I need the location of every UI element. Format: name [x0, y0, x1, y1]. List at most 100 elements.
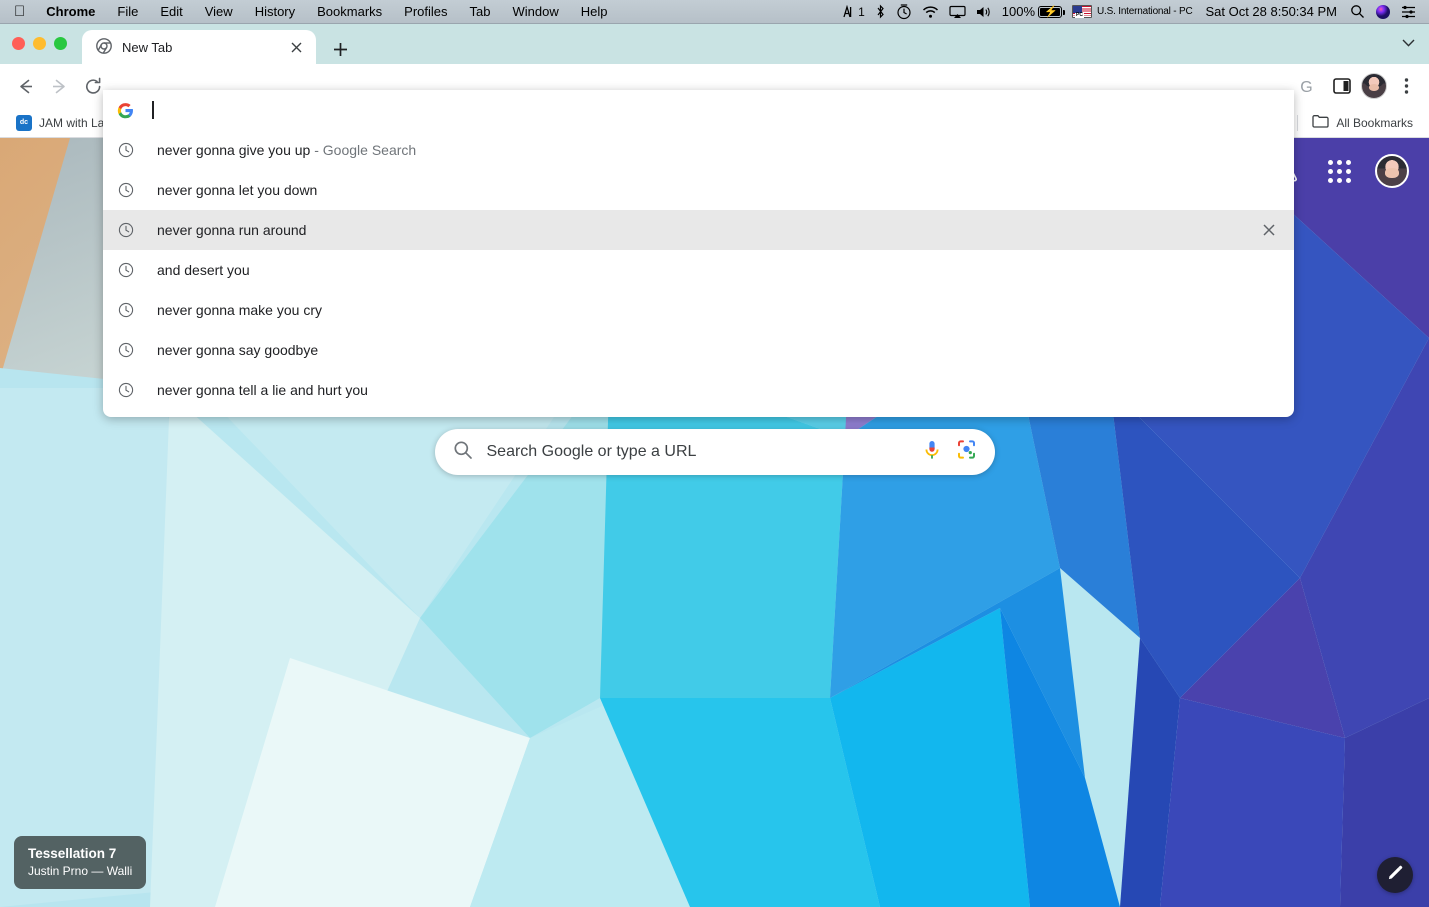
menu-bar-status-items: 1 100% ⚡ U.S. International - PC Sat: [837, 0, 1429, 24]
profile-avatar[interactable]: [1361, 73, 1387, 99]
google-apps-grid-icon[interactable]: [1328, 159, 1351, 183]
account-avatar[interactable]: [1375, 154, 1409, 188]
menu-item-chrome[interactable]: Chrome: [35, 0, 106, 24]
all-bookmarks-button[interactable]: All Bookmarks: [1304, 111, 1421, 134]
macos-menu-bar:  Chrome File Edit View History Bookmark…: [0, 0, 1429, 24]
dc-icon: dc: [16, 114, 32, 131]
chrome-icon: [96, 37, 112, 57]
minimize-window-button[interactable]: [33, 37, 46, 50]
suggestion-row[interactable]: never gonna say goodbye: [103, 330, 1294, 370]
search-icon: [453, 440, 473, 465]
wallpaper-attribution[interactable]: Tessellation 7 Justin Prno — Walli: [14, 836, 147, 889]
menu-item-bookmarks[interactable]: Bookmarks: [306, 0, 393, 24]
suggestion-row[interactable]: never gonna tell a lie and hurt you: [103, 370, 1294, 410]
back-button[interactable]: [8, 69, 42, 103]
chrome-browser-window: New Tab G dc JAM with La All Bookmarks S…: [0, 24, 1429, 907]
clock-icon: [117, 262, 135, 278]
menu-item-history[interactable]: History: [244, 0, 306, 24]
suggestion-row[interactable]: never gonna let you down: [103, 170, 1294, 210]
keyboard-layout-label: U.S. International - PC: [1097, 5, 1193, 17]
browser-tab[interactable]: New Tab: [82, 30, 316, 64]
three-dot-menu-icon[interactable]: [1389, 69, 1423, 103]
suggestion-row[interactable]: never gonna give you up - Google Search: [103, 130, 1294, 170]
clock-icon: [117, 182, 135, 198]
control-center-icon[interactable]: [1396, 5, 1421, 19]
tab-close-icon[interactable]: [286, 37, 306, 57]
close-window-button[interactable]: [12, 37, 25, 50]
folder-icon: [1312, 114, 1329, 131]
divider: [1297, 114, 1299, 131]
activity-monitor-icon[interactable]: 1: [837, 0, 870, 24]
volume-icon[interactable]: [971, 5, 997, 19]
airplay-icon[interactable]: [944, 5, 971, 19]
menu-item-view[interactable]: View: [194, 0, 244, 24]
keyboard-input-source[interactable]: U.S. International - PC: [1067, 0, 1197, 24]
new-tab-button[interactable]: [326, 35, 354, 63]
menu-item-edit[interactable]: Edit: [149, 0, 193, 24]
battery-status[interactable]: 100% ⚡: [997, 0, 1067, 24]
maximize-window-button[interactable]: [54, 37, 67, 50]
suggestion-row[interactable]: never gonna make you cry: [103, 290, 1294, 330]
apple-logo-icon[interactable]: : [10, 1, 35, 23]
menu-item-window[interactable]: Window: [502, 0, 570, 24]
wallpaper-author: Justin Prno — Walli: [28, 864, 133, 878]
omnibox-suggestion-list: never gonna give you up - Google Search …: [103, 130, 1294, 417]
all-bookmarks-label: All Bookmarks: [1336, 115, 1413, 130]
side-panel-icon[interactable]: [1325, 69, 1359, 103]
suggestion-label: never gonna make you cry: [157, 302, 322, 318]
forward-button[interactable]: [42, 69, 76, 103]
chevron-down-icon[interactable]: [1402, 35, 1415, 50]
remove-suggestion-icon[interactable]: [1260, 221, 1278, 239]
menu-bar-app-menus:  Chrome File Edit View History Bookmark…: [0, 0, 619, 24]
customize-chrome-button[interactable]: [1377, 857, 1413, 893]
bookmark-item[interactable]: dc JAM with La: [8, 112, 112, 134]
battery-percent-label: 100%: [1001, 3, 1036, 19]
ntp-top-right-controls: [1274, 154, 1409, 188]
google-g-icon: [117, 102, 134, 119]
window-traffic-lights: [12, 37, 67, 50]
spotlight-search-icon[interactable]: [1345, 4, 1370, 19]
suggestion-label: never gonna let you down: [157, 182, 318, 198]
suggestion-label: never gonna tell a lie and hurt you: [157, 382, 368, 398]
suggestion-row-selected[interactable]: never gonna run around: [103, 210, 1294, 250]
toolbar-right-actions: G: [1289, 69, 1423, 103]
suggestion-row[interactable]: and desert you: [103, 250, 1294, 290]
menu-item-file[interactable]: File: [106, 0, 149, 24]
menu-item-profiles[interactable]: Profiles: [393, 0, 458, 24]
suggestion-label: never gonna give you up - Google Search: [157, 142, 417, 158]
all-bookmarks-section: All Bookmarks: [1297, 111, 1421, 134]
omnibox-text-cursor: [152, 101, 154, 119]
activity-monitor-value: 1: [858, 4, 865, 19]
ntp-search-placeholder: Search Google or type a URL: [486, 443, 697, 460]
microphone-icon[interactable]: [922, 439, 942, 466]
tab-title: New Tab: [122, 39, 173, 55]
tab-strip: New Tab: [0, 24, 1429, 64]
menu-item-help[interactable]: Help: [570, 0, 619, 24]
clock-icon: [117, 342, 135, 358]
menu-item-tab[interactable]: Tab: [459, 0, 502, 24]
time-machine-icon[interactable]: [891, 3, 917, 20]
suggestion-label: never gonna run around: [157, 222, 307, 238]
dropdown-bottom-padding: [103, 410, 1294, 417]
clock-icon: [117, 302, 135, 318]
clock-icon: [117, 382, 135, 398]
wallpaper-title: Tessellation 7: [28, 846, 117, 861]
google-icon[interactable]: G: [1289, 69, 1323, 103]
clock-icon: [117, 142, 135, 158]
bookmark-label: JAM with La: [39, 115, 105, 130]
menu-bar-clock[interactable]: Sat Oct 28 8:50:34 PM: [1197, 0, 1345, 24]
wifi-icon[interactable]: [917, 5, 944, 19]
us-flag-icon: [1072, 5, 1093, 18]
bluetooth-icon[interactable]: [870, 4, 891, 19]
svg-text:G: G: [1300, 79, 1312, 96]
suggestion-label: and desert you: [157, 262, 250, 278]
google-lens-icon[interactable]: [956, 439, 977, 465]
siri-icon[interactable]: [1370, 4, 1396, 20]
ntp-search-box[interactable]: Search Google or type a URL: [434, 429, 995, 475]
omnibox-dropdown: never gonna give you up - Google Search …: [103, 90, 1294, 417]
omnibox-input-row[interactable]: [103, 90, 1294, 130]
clock-icon: [117, 222, 135, 238]
suggestion-label: never gonna say goodbye: [157, 342, 319, 358]
battery-charging-icon: ⚡: [1038, 5, 1066, 18]
suggestion-description: - Google Search: [310, 142, 417, 158]
